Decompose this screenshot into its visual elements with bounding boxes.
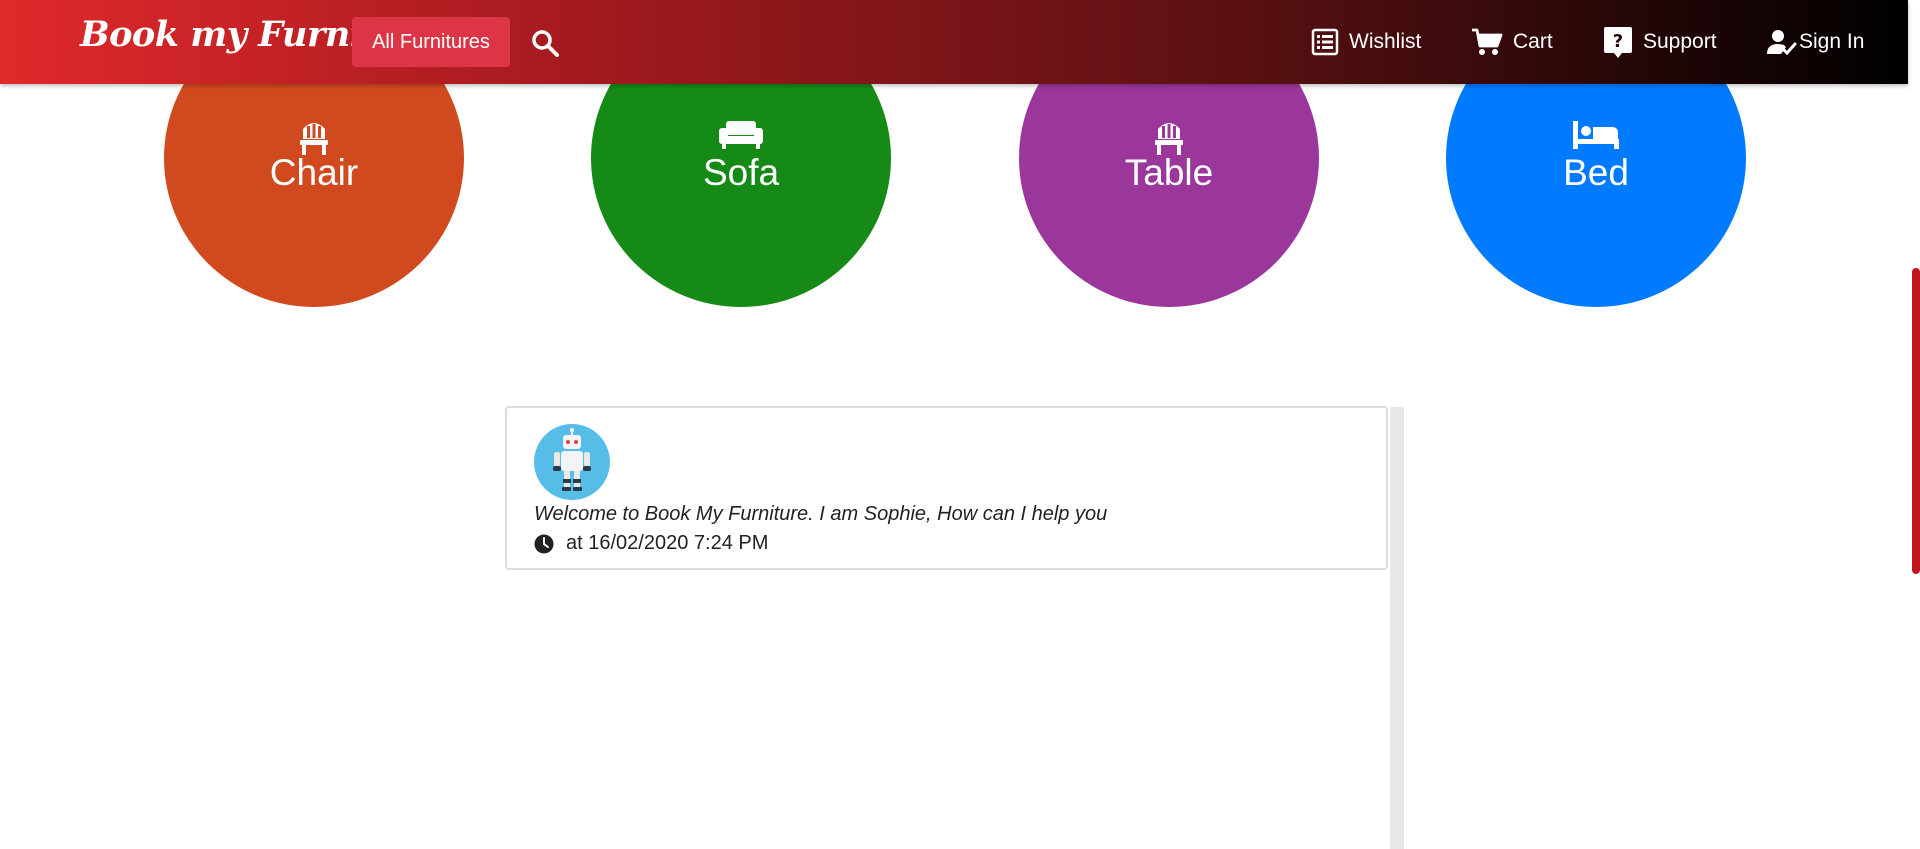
nav-support[interactable]: ? Support [1603,24,1717,60]
timestamp-text: at 16/02/2020 7:24 PM [566,532,769,554]
nav-label: Cart [1513,30,1553,53]
page-scrollbar-thumb[interactable] [1912,268,1920,574]
nav-cart[interactable]: Cart [1471,24,1553,60]
nav-sign-in[interactable]: Sign In [1767,24,1864,60]
category-label: Bed [1563,152,1629,193]
help-icon: ? [1604,27,1632,58]
bed-icon [1572,119,1620,154]
nav-wishlist[interactable]: Wishlist [1311,24,1421,60]
category-label: Sofa [702,152,780,193]
sofa-icon [718,119,764,154]
svg-text:?: ? [1613,31,1623,52]
message-timestamp: at 16/02/2020 7:24 PM [534,532,768,555]
cart-icon [1472,28,1503,55]
chat-window: Welcome to Book My Furniture. I am Sophi… [505,406,1388,570]
nav-label: Sign In [1799,30,1865,53]
all-furnitures-button[interactable]: All Furnitures [352,17,510,67]
clock-icon [534,534,554,553]
user-check-icon [1767,30,1797,56]
chat-scrollbar[interactable] [1390,407,1404,849]
nav-label: Wishlist [1349,30,1422,53]
list-icon [1311,28,1339,56]
top-navbar: Book my Furniture All Furnitures Wishlis… [0,0,1908,84]
search-icon[interactable] [530,28,560,58]
nav-label: Support [1643,30,1717,53]
category-label: Chair [269,152,359,193]
category-label: Table [1124,152,1214,193]
chat-message: Welcome to Book My Furniture. I am Sophi… [534,503,1108,525]
robot-icon [534,424,610,500]
